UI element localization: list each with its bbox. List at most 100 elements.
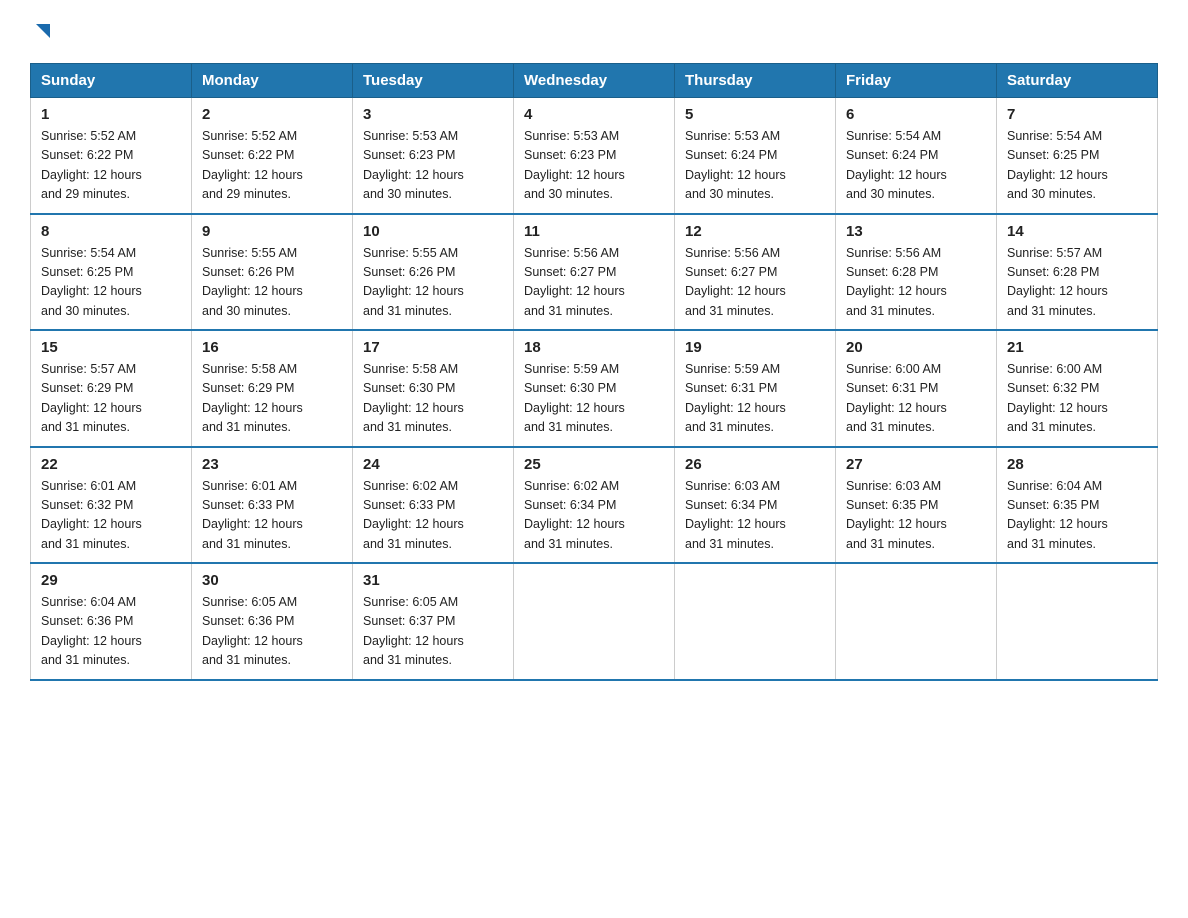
day-info: Sunrise: 6:02 AMSunset: 6:33 PMDaylight:… [363, 479, 464, 551]
day-info: Sunrise: 5:54 AMSunset: 6:24 PMDaylight:… [846, 129, 947, 201]
day-number: 27 [846, 456, 986, 473]
day-number: 1 [41, 106, 181, 123]
day-number: 28 [1007, 456, 1147, 473]
day-number: 16 [202, 339, 342, 356]
calendar-cell [997, 563, 1158, 680]
day-number: 11 [524, 223, 664, 240]
calendar-cell: 12 Sunrise: 5:56 AMSunset: 6:27 PMDaylig… [675, 214, 836, 331]
day-number: 30 [202, 572, 342, 589]
day-number: 3 [363, 106, 503, 123]
day-number: 8 [41, 223, 181, 240]
day-info: Sunrise: 5:55 AMSunset: 6:26 PMDaylight:… [363, 246, 464, 318]
day-info: Sunrise: 5:57 AMSunset: 6:28 PMDaylight:… [1007, 246, 1108, 318]
calendar-cell: 19 Sunrise: 5:59 AMSunset: 6:31 PMDaylig… [675, 330, 836, 447]
day-number: 14 [1007, 223, 1147, 240]
day-header-thursday: Thursday [675, 64, 836, 98]
calendar-cell: 9 Sunrise: 5:55 AMSunset: 6:26 PMDayligh… [192, 214, 353, 331]
calendar-cell: 13 Sunrise: 5:56 AMSunset: 6:28 PMDaylig… [836, 214, 997, 331]
day-info: Sunrise: 6:05 AMSunset: 6:36 PMDaylight:… [202, 595, 303, 667]
calendar-cell: 16 Sunrise: 5:58 AMSunset: 6:29 PMDaylig… [192, 330, 353, 447]
page-header [30, 20, 1158, 43]
calendar-cell: 24 Sunrise: 6:02 AMSunset: 6:33 PMDaylig… [353, 447, 514, 564]
calendar-table: SundayMondayTuesdayWednesdayThursdayFrid… [30, 63, 1158, 681]
day-info: Sunrise: 6:01 AMSunset: 6:32 PMDaylight:… [41, 479, 142, 551]
calendar-cell: 15 Sunrise: 5:57 AMSunset: 6:29 PMDaylig… [31, 330, 192, 447]
week-row-4: 22 Sunrise: 6:01 AMSunset: 6:32 PMDaylig… [31, 447, 1158, 564]
day-info: Sunrise: 5:57 AMSunset: 6:29 PMDaylight:… [41, 362, 142, 434]
calendar-cell: 17 Sunrise: 5:58 AMSunset: 6:30 PMDaylig… [353, 330, 514, 447]
day-number: 12 [685, 223, 825, 240]
calendar-cell: 21 Sunrise: 6:00 AMSunset: 6:32 PMDaylig… [997, 330, 1158, 447]
day-number: 31 [363, 572, 503, 589]
day-info: Sunrise: 6:00 AMSunset: 6:32 PMDaylight:… [1007, 362, 1108, 434]
day-number: 7 [1007, 106, 1147, 123]
calendar-cell: 18 Sunrise: 5:59 AMSunset: 6:30 PMDaylig… [514, 330, 675, 447]
day-number: 9 [202, 223, 342, 240]
calendar-cell [514, 563, 675, 680]
day-info: Sunrise: 5:56 AMSunset: 6:27 PMDaylight:… [685, 246, 786, 318]
calendar-cell: 31 Sunrise: 6:05 AMSunset: 6:37 PMDaylig… [353, 563, 514, 680]
day-number: 22 [41, 456, 181, 473]
week-row-2: 8 Sunrise: 5:54 AMSunset: 6:25 PMDayligh… [31, 214, 1158, 331]
week-row-3: 15 Sunrise: 5:57 AMSunset: 6:29 PMDaylig… [31, 330, 1158, 447]
day-number: 21 [1007, 339, 1147, 356]
week-row-5: 29 Sunrise: 6:04 AMSunset: 6:36 PMDaylig… [31, 563, 1158, 680]
day-info: Sunrise: 6:03 AMSunset: 6:35 PMDaylight:… [846, 479, 947, 551]
day-info: Sunrise: 6:04 AMSunset: 6:35 PMDaylight:… [1007, 479, 1108, 551]
calendar-cell: 22 Sunrise: 6:01 AMSunset: 6:32 PMDaylig… [31, 447, 192, 564]
day-number: 20 [846, 339, 986, 356]
calendar-cell: 20 Sunrise: 6:00 AMSunset: 6:31 PMDaylig… [836, 330, 997, 447]
calendar-cell [675, 563, 836, 680]
day-number: 2 [202, 106, 342, 123]
calendar-cell: 27 Sunrise: 6:03 AMSunset: 6:35 PMDaylig… [836, 447, 997, 564]
day-number: 4 [524, 106, 664, 123]
calendar-cell: 5 Sunrise: 5:53 AMSunset: 6:24 PMDayligh… [675, 98, 836, 214]
day-info: Sunrise: 5:58 AMSunset: 6:29 PMDaylight:… [202, 362, 303, 434]
calendar-cell: 14 Sunrise: 5:57 AMSunset: 6:28 PMDaylig… [997, 214, 1158, 331]
calendar-cell: 2 Sunrise: 5:52 AMSunset: 6:22 PMDayligh… [192, 98, 353, 214]
day-info: Sunrise: 6:01 AMSunset: 6:33 PMDaylight:… [202, 479, 303, 551]
calendar-cell: 11 Sunrise: 5:56 AMSunset: 6:27 PMDaylig… [514, 214, 675, 331]
calendar-cell: 3 Sunrise: 5:53 AMSunset: 6:23 PMDayligh… [353, 98, 514, 214]
day-info: Sunrise: 5:52 AMSunset: 6:22 PMDaylight:… [202, 129, 303, 201]
calendar-cell: 26 Sunrise: 6:03 AMSunset: 6:34 PMDaylig… [675, 447, 836, 564]
day-info: Sunrise: 5:52 AMSunset: 6:22 PMDaylight:… [41, 129, 142, 201]
day-number: 29 [41, 572, 181, 589]
day-header-sunday: Sunday [31, 64, 192, 98]
calendar-cell: 29 Sunrise: 6:04 AMSunset: 6:36 PMDaylig… [31, 563, 192, 680]
calendar-cell: 25 Sunrise: 6:02 AMSunset: 6:34 PMDaylig… [514, 447, 675, 564]
day-number: 13 [846, 223, 986, 240]
calendar-cell: 28 Sunrise: 6:04 AMSunset: 6:35 PMDaylig… [997, 447, 1158, 564]
day-info: Sunrise: 5:56 AMSunset: 6:27 PMDaylight:… [524, 246, 625, 318]
calendar-cell: 30 Sunrise: 6:05 AMSunset: 6:36 PMDaylig… [192, 563, 353, 680]
day-number: 17 [363, 339, 503, 356]
day-header-friday: Friday [836, 64, 997, 98]
calendar-cell: 10 Sunrise: 5:55 AMSunset: 6:26 PMDaylig… [353, 214, 514, 331]
day-number: 15 [41, 339, 181, 356]
day-number: 19 [685, 339, 825, 356]
day-info: Sunrise: 5:59 AMSunset: 6:31 PMDaylight:… [685, 362, 786, 434]
calendar-cell: 4 Sunrise: 5:53 AMSunset: 6:23 PMDayligh… [514, 98, 675, 214]
day-info: Sunrise: 5:58 AMSunset: 6:30 PMDaylight:… [363, 362, 464, 434]
day-number: 23 [202, 456, 342, 473]
day-info: Sunrise: 5:56 AMSunset: 6:28 PMDaylight:… [846, 246, 947, 318]
calendar-cell: 23 Sunrise: 6:01 AMSunset: 6:33 PMDaylig… [192, 447, 353, 564]
calendar-cell: 1 Sunrise: 5:52 AMSunset: 6:22 PMDayligh… [31, 98, 192, 214]
day-info: Sunrise: 6:00 AMSunset: 6:31 PMDaylight:… [846, 362, 947, 434]
day-info: Sunrise: 5:55 AMSunset: 6:26 PMDaylight:… [202, 246, 303, 318]
days-header-row: SundayMondayTuesdayWednesdayThursdayFrid… [31, 64, 1158, 98]
day-info: Sunrise: 5:53 AMSunset: 6:23 PMDaylight:… [363, 129, 464, 201]
calendar-cell [836, 563, 997, 680]
day-number: 24 [363, 456, 503, 473]
logo [30, 20, 54, 43]
day-number: 18 [524, 339, 664, 356]
day-info: Sunrise: 6:03 AMSunset: 6:34 PMDaylight:… [685, 479, 786, 551]
calendar-cell: 8 Sunrise: 5:54 AMSunset: 6:25 PMDayligh… [31, 214, 192, 331]
day-number: 10 [363, 223, 503, 240]
day-number: 25 [524, 456, 664, 473]
day-number: 5 [685, 106, 825, 123]
day-header-tuesday: Tuesday [353, 64, 514, 98]
day-header-saturday: Saturday [997, 64, 1158, 98]
day-number: 26 [685, 456, 825, 473]
day-info: Sunrise: 5:53 AMSunset: 6:24 PMDaylight:… [685, 129, 786, 201]
